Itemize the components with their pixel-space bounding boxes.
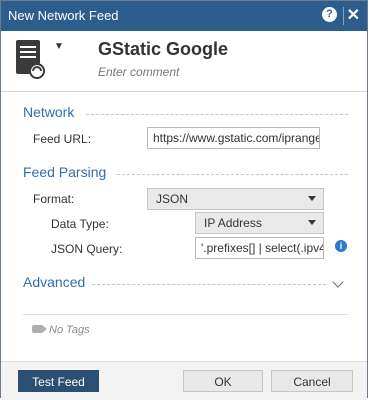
section-advanced-rule xyxy=(92,284,326,285)
comment-field[interactable]: Enter comment xyxy=(98,65,179,79)
header-divider xyxy=(1,91,367,92)
ok-button[interactable]: OK xyxy=(183,370,263,392)
test-feed-button[interactable]: Test Feed xyxy=(18,370,99,392)
help-icon[interactable]: ? xyxy=(322,7,337,22)
close-icon[interactable]: ✕ xyxy=(347,5,360,25)
format-select[interactable]: JSON xyxy=(147,188,324,210)
section-feed-parsing-heading: Feed Parsing xyxy=(23,164,107,180)
feed-url-input[interactable]: https://www.gstatic.com/iprange xyxy=(147,127,320,149)
format-label: Format: xyxy=(33,192,75,206)
window-title: New Network Feed xyxy=(8,8,119,23)
data-type-select-value: IP Address xyxy=(204,216,262,230)
expand-chevron-icon[interactable] xyxy=(332,276,344,288)
json-query-input[interactable]: '.prefixes[] | select(.ipv4P xyxy=(195,237,324,259)
json-query-label: JSON Query: xyxy=(51,242,123,256)
chevron-down-icon xyxy=(308,220,316,225)
format-select-value: JSON xyxy=(156,192,189,206)
info-icon[interactable]: i xyxy=(335,240,347,252)
section-advanced-heading[interactable]: Advanced xyxy=(23,274,85,290)
cancel-button[interactable]: Cancel xyxy=(271,370,353,392)
tag-icon xyxy=(32,325,47,333)
dialog-footer: Test Feed OK Cancel xyxy=(1,361,367,400)
new-network-feed-dialog: New Network Feed ? ✕ ▼ GStatic Google En… xyxy=(0,0,368,400)
tags-divider xyxy=(23,314,348,315)
chevron-down-icon xyxy=(308,196,316,201)
title-bar: New Network Feed ? ✕ xyxy=(1,1,367,31)
title-separator xyxy=(343,7,344,25)
feed-name[interactable]: GStatic Google xyxy=(98,39,228,60)
feed-document-icon[interactable] xyxy=(15,39,45,79)
feed-type-dropdown-caret[interactable]: ▼ xyxy=(54,41,64,52)
section-network-heading: Network xyxy=(23,104,75,120)
section-feed-parsing-rule xyxy=(117,174,348,175)
data-type-select[interactable]: IP Address xyxy=(195,212,324,234)
section-network-rule xyxy=(86,114,348,115)
feed-url-label: Feed URL: xyxy=(33,132,92,146)
data-type-label: Data Type: xyxy=(51,217,109,231)
tags-placeholder[interactable]: No Tags xyxy=(49,324,90,336)
